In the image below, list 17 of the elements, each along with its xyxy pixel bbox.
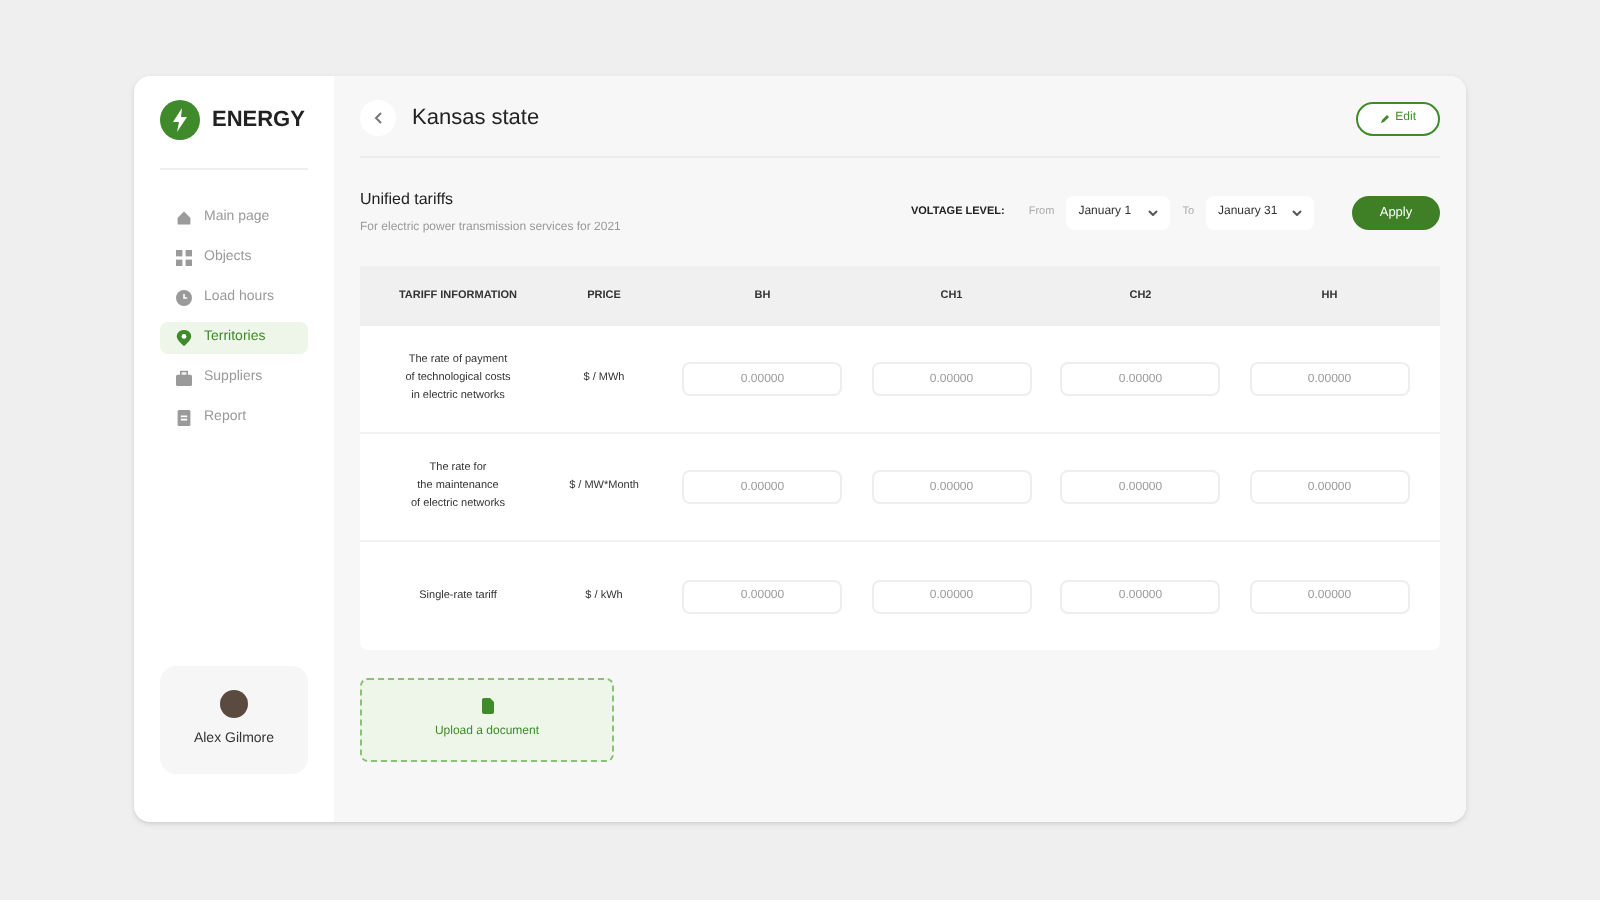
location-pin-icon (176, 330, 192, 346)
chevron-down-icon (1292, 210, 1302, 216)
section-title: Unified tariffs (360, 188, 456, 212)
clock-icon (176, 290, 192, 306)
document-icon (481, 698, 493, 714)
briefcase-icon (176, 370, 192, 386)
brand-name: ENERGY (212, 105, 305, 136)
chevron-down-icon (1148, 210, 1159, 216)
avatar-icon (220, 689, 248, 718)
page-title: Kansas state (412, 103, 540, 134)
pencil-icon (1379, 113, 1390, 123)
home-icon (176, 210, 192, 226)
chevron-left-icon (373, 112, 383, 124)
lightning-logo-icon (160, 100, 200, 140)
document-icon (176, 410, 192, 426)
grid-icon (176, 250, 192, 266)
back-button[interactable] (360, 100, 396, 136)
